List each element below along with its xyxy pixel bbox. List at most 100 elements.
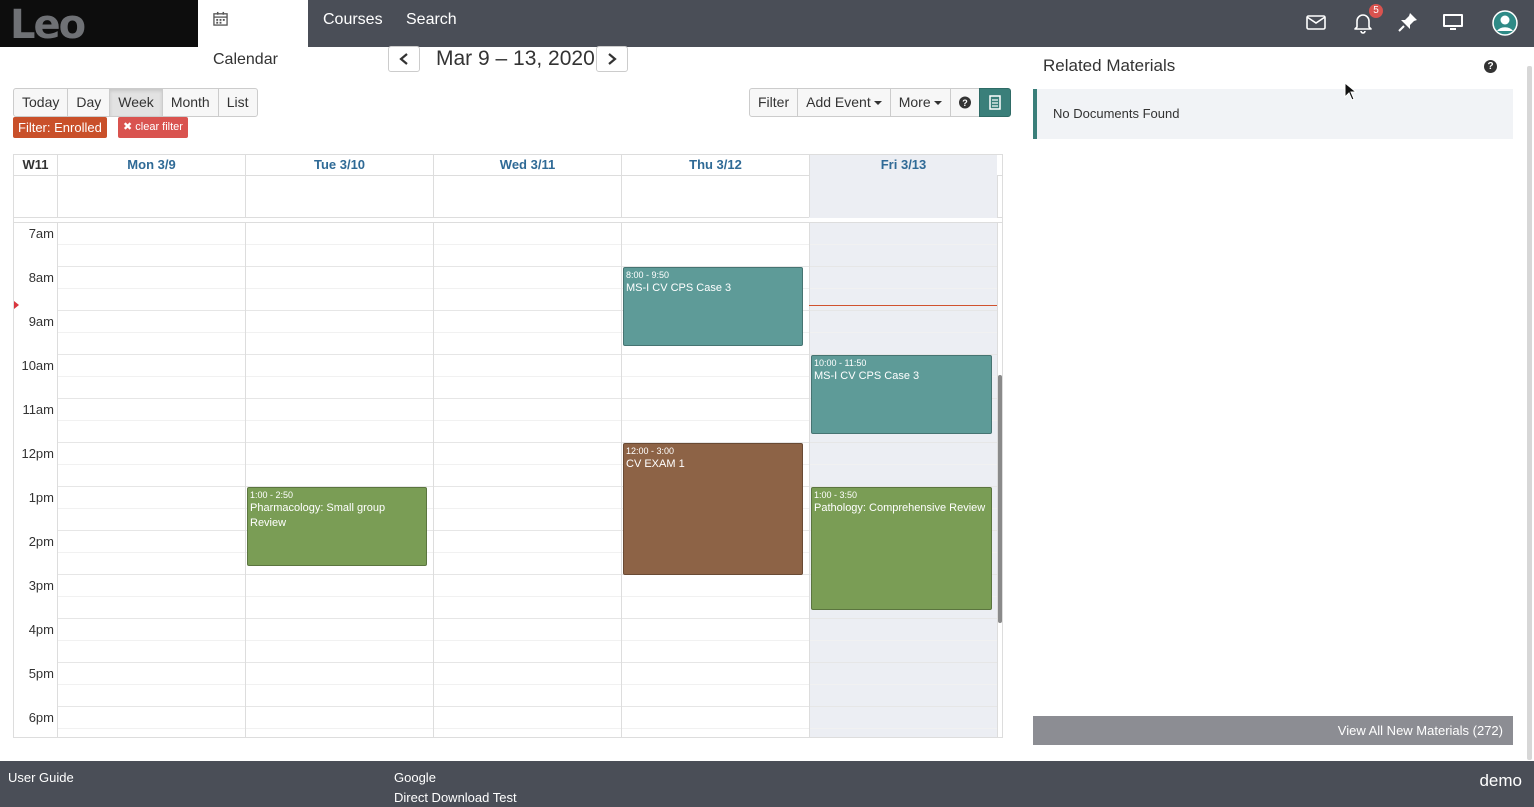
week-number: W11 xyxy=(22,157,49,172)
gridline xyxy=(245,176,246,217)
svg-text:?: ? xyxy=(962,98,968,108)
calendar-header-row: W11 Mon 3/9 Tue 3/10 Wed 3/11 Thu 3/12 F… xyxy=(14,155,1002,176)
gridline xyxy=(809,223,810,737)
time-label-8am: 8am xyxy=(28,270,54,285)
calendar-event[interactable]: 8:00 - 9:50 MS-I CV CPS Case 3 xyxy=(623,267,803,346)
footer-brand: demo xyxy=(1479,771,1522,790)
event-time: 10:00 - 11:50 xyxy=(814,358,867,368)
filter-enrolled-label: Filter: Enrolled xyxy=(13,117,107,138)
nav-tab-calendar[interactable]: Calendar xyxy=(198,0,308,68)
user-avatar-icon[interactable] xyxy=(1492,10,1518,36)
day-header-tue[interactable]: Tue 3/10 xyxy=(245,155,433,176)
close-icon: ✖ xyxy=(123,121,136,133)
monitor-icon[interactable] xyxy=(1441,10,1465,34)
gridline xyxy=(57,288,997,289)
time-label-4pm: 4pm xyxy=(28,622,54,637)
today-button[interactable]: Today xyxy=(13,88,69,117)
gridline xyxy=(57,618,997,619)
event-time: 12:00 - 3:00 xyxy=(626,446,675,456)
gridline xyxy=(57,662,997,663)
today-all-day-cell xyxy=(809,176,997,218)
current-time-arrow xyxy=(14,301,19,309)
clear-filter-button[interactable]: ✖ clear filter xyxy=(118,117,188,138)
gridline xyxy=(997,176,998,217)
day-header-wed[interactable]: Wed 3/11 xyxy=(433,155,621,176)
time-label-5pm: 5pm xyxy=(28,666,54,681)
current-time-line xyxy=(809,305,997,306)
time-label-1pm: 1pm xyxy=(28,490,54,505)
view-all-materials-button[interactable]: View All New Materials (272) xyxy=(1033,716,1513,745)
month-view-button[interactable]: Month xyxy=(161,88,219,117)
time-label-10am: 10am xyxy=(21,358,54,373)
date-range-title: Mar 9 – 13, 2020 xyxy=(436,47,595,70)
caret-down-icon xyxy=(933,101,942,105)
time-label-11am: 11am xyxy=(22,402,54,417)
app-logo[interactable]: Leo xyxy=(0,0,198,48)
gridline xyxy=(57,266,997,267)
gridline xyxy=(809,176,810,217)
more-label: More xyxy=(898,94,931,110)
chevron-left-icon xyxy=(399,53,408,65)
time-label-2pm: 2pm xyxy=(28,534,54,549)
more-button[interactable]: More xyxy=(889,88,951,117)
related-materials-title: Related Materials xyxy=(1043,56,1176,75)
gridline xyxy=(57,728,997,729)
week-view-button[interactable]: Week xyxy=(109,88,163,117)
gridline xyxy=(57,640,997,641)
day-header-thu[interactable]: Thu 3/12 xyxy=(621,155,809,176)
today-column xyxy=(809,223,997,737)
add-event-label: Add Event xyxy=(806,94,871,110)
view-button-group: Today Day Week Month List xyxy=(13,88,258,117)
help-icon[interactable]: ? xyxy=(1484,60,1497,73)
notification-count-badge: 5 xyxy=(1369,4,1383,18)
nav-tab-calendar-label: Calendar xyxy=(213,51,278,68)
event-time: 8:00 - 9:50 xyxy=(626,270,670,280)
list-view-button[interactable]: List xyxy=(217,88,258,117)
event-title: MS-I CV CPS Case 3 xyxy=(814,370,920,382)
gridline xyxy=(57,223,58,737)
gridline xyxy=(57,706,997,707)
time-label-3pm: 3pm xyxy=(28,578,54,593)
gridline xyxy=(621,223,622,737)
time-grid[interactable]: 7am 8am 9am 10am 11am 12pm 1pm 2pm 3pm 4… xyxy=(14,222,1002,737)
top-navbar: Leo Calendar Courses Search 5 xyxy=(0,0,1534,68)
gridline xyxy=(57,310,997,311)
materials-toggle-button[interactable] xyxy=(978,88,1011,117)
page-scrollbar[interactable] xyxy=(1527,66,1532,760)
add-event-button[interactable]: Add Event xyxy=(797,88,891,117)
clear-filter-label: clear filter xyxy=(135,121,183,133)
next-week-button[interactable] xyxy=(596,46,628,72)
nav-tab-search[interactable]: Search xyxy=(391,0,472,47)
day-header-mon[interactable]: Mon 3/9 xyxy=(57,155,245,176)
footer-link-direct-download[interactable]: Direct Download Test xyxy=(394,790,517,805)
prev-week-button[interactable] xyxy=(388,46,420,72)
gridline xyxy=(57,442,997,443)
event-title: CV EXAM 1 xyxy=(626,458,685,470)
time-label-12pm: 12pm xyxy=(21,446,54,461)
calendar-scrollbar[interactable] xyxy=(998,375,1002,623)
day-view-button[interactable]: Day xyxy=(67,88,111,117)
filter-button[interactable]: Filter xyxy=(749,88,799,117)
help-button[interactable]: ? xyxy=(949,88,980,117)
document-icon xyxy=(988,95,1001,110)
mail-icon[interactable] xyxy=(1304,10,1328,34)
footer-link-google[interactable]: Google xyxy=(394,770,436,785)
time-label-9am: 9am xyxy=(28,314,54,329)
gridline xyxy=(57,244,997,245)
nav-tab-courses[interactable]: Courses xyxy=(308,0,398,47)
caret-down-icon xyxy=(873,101,882,105)
week-calendar: W11 Mon 3/9 Tue 3/10 Wed 3/11 Thu 3/12 F… xyxy=(13,154,1003,738)
gridline xyxy=(57,332,997,333)
calendar-event[interactable]: 1:00 - 2:50 Pharmacology: Small group Re… xyxy=(247,487,427,566)
calendar-event[interactable]: 10:00 - 11:50 MS-I CV CPS Case 3 xyxy=(811,355,992,434)
pin-icon[interactable] xyxy=(1396,10,1420,34)
calendar-event[interactable]: 1:00 - 3:50 Pathology: Comprehensive Rev… xyxy=(811,487,992,610)
question-circle-icon: ? xyxy=(958,96,971,109)
day-header-fri[interactable]: Fri 3/13 xyxy=(809,155,997,176)
calendar-event[interactable]: 12:00 - 3:00 CV EXAM 1 xyxy=(623,443,803,575)
footer-link-user-guide[interactable]: User Guide xyxy=(8,770,74,785)
event-title: MS-I CV CPS Case 3 xyxy=(626,282,732,294)
gridline xyxy=(57,464,997,465)
gridline xyxy=(621,176,622,217)
all-day-row[interactable] xyxy=(14,176,1002,218)
